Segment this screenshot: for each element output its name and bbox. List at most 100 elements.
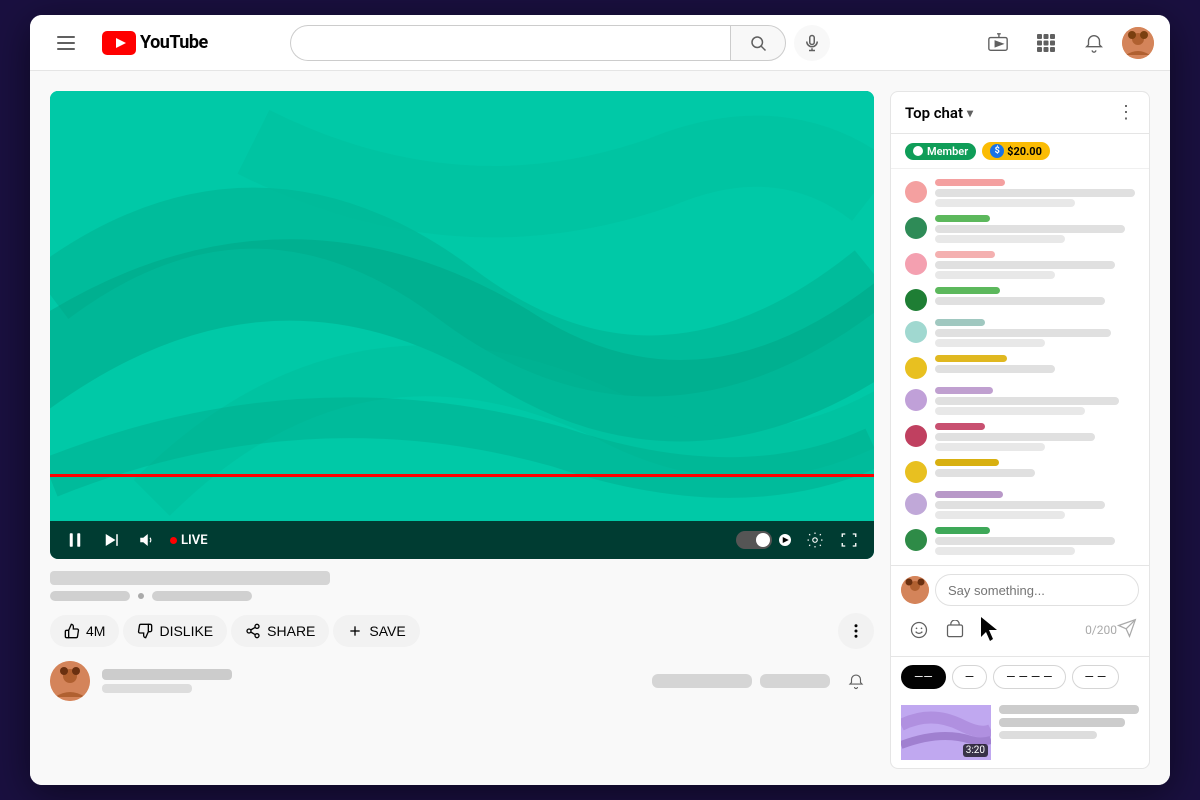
chip-3[interactable]: — — — — (993, 665, 1065, 689)
channel-name (102, 669, 232, 680)
member-badge[interactable]: Member (905, 143, 976, 160)
message-body (935, 459, 1135, 479)
message-text-2 (935, 235, 1065, 243)
message-text (935, 297, 1105, 305)
video-info: 4M DISLIKE (50, 571, 874, 701)
chat-input[interactable] (935, 574, 1139, 606)
toggle-pill[interactable] (736, 531, 772, 549)
next-button[interactable] (98, 529, 124, 551)
youtube-icon (102, 31, 136, 55)
pause-button[interactable] (62, 529, 88, 551)
chip-4[interactable]: — — (1072, 665, 1120, 689)
next-icon (102, 531, 120, 549)
settings-button[interactable] (802, 529, 828, 551)
video-background (50, 91, 874, 521)
char-count: 0/200 (1011, 623, 1117, 637)
video-thumbnail[interactable] (50, 91, 874, 521)
apps-button[interactable] (1026, 23, 1066, 63)
video-section: LIVE (50, 91, 874, 769)
chat-toolbar: 0/200 (901, 606, 1139, 648)
chat-messages (891, 169, 1149, 565)
chip-all[interactable]: —— (901, 665, 946, 689)
volume-icon (138, 531, 156, 549)
video-actions: 4M DISLIKE (50, 613, 874, 649)
notifications-button[interactable] (1074, 23, 1114, 63)
message-name (935, 527, 990, 534)
message-body (935, 491, 1135, 519)
chat-user-avatar (901, 576, 929, 604)
mic-button[interactable] (794, 25, 830, 61)
video-controls: LIVE (50, 521, 874, 559)
list-item (891, 455, 1149, 487)
cursor-icon (977, 615, 1005, 645)
superchat-button[interactable] (939, 614, 971, 646)
save-icon (347, 623, 363, 639)
share-icon (245, 623, 261, 639)
header: YouTube (30, 15, 1170, 71)
message-avatar (905, 253, 927, 275)
mic-icon (803, 34, 821, 52)
bell-icon (847, 672, 865, 690)
save-button[interactable]: SAVE (333, 615, 419, 647)
message-body (935, 215, 1135, 243)
progress-bar[interactable] (50, 474, 874, 477)
message-name (935, 459, 999, 466)
list-item (891, 383, 1149, 419)
chat-tool-left (903, 614, 971, 646)
chat-chevron: ▾ (967, 106, 973, 120)
send-button[interactable] (1117, 618, 1137, 643)
video-meta-2 (152, 591, 252, 601)
chat-title-text: Top chat (905, 104, 963, 122)
apps-icon (1036, 33, 1056, 53)
chip-label: — — — — (1006, 670, 1052, 684)
bell-icon (1083, 32, 1105, 54)
dislike-button[interactable]: DISLIKE (123, 615, 227, 647)
message-name (935, 319, 985, 326)
emoji-button[interactable] (903, 614, 935, 646)
rec-meta (999, 731, 1097, 739)
rec-duration: 3:20 (963, 744, 988, 757)
message-avatar (905, 389, 927, 411)
cursor-area (971, 612, 1011, 648)
message-body (935, 527, 1135, 555)
volume-button[interactable] (134, 529, 160, 551)
hamburger-button[interactable] (46, 23, 86, 63)
more-button[interactable] (838, 613, 874, 649)
rec-title (999, 705, 1139, 714)
chip-2[interactable]: — (952, 665, 987, 689)
subscribe-bell-button[interactable] (838, 663, 874, 699)
channel-avatar[interactable] (50, 661, 90, 701)
like-button[interactable]: 4M (50, 615, 119, 647)
message-text (935, 433, 1095, 441)
search-button[interactable] (730, 25, 786, 61)
create-icon (987, 32, 1009, 54)
search-input[interactable] (290, 25, 730, 61)
list-item (891, 351, 1149, 383)
share-button[interactable]: SHARE (231, 615, 329, 647)
miniplayer-toggle[interactable] (736, 531, 794, 549)
channel-info (102, 669, 232, 693)
save-label: SAVE (369, 623, 405, 639)
youtube-logo[interactable]: YouTube (102, 31, 208, 55)
chip-label: —— (914, 670, 933, 684)
header-actions (978, 23, 1154, 63)
message-avatar (905, 217, 927, 239)
channel-subs (102, 684, 192, 693)
video-player: LIVE (50, 91, 874, 559)
message-avatar (905, 529, 927, 551)
message-text-2 (935, 443, 1045, 451)
message-text (935, 501, 1105, 509)
main-content: LIVE (30, 71, 1170, 785)
create-button[interactable] (978, 23, 1018, 63)
chat-input-row (901, 574, 1139, 606)
recommended-video[interactable]: 3:20 (891, 697, 1149, 768)
superchat-badge[interactable]: $ $20.00 (982, 142, 1050, 160)
list-item (891, 175, 1149, 211)
message-body (935, 387, 1135, 415)
chat-badges: Member $ $20.00 (891, 134, 1149, 169)
progress-fill (50, 474, 874, 477)
chat-menu-button[interactable]: ⋮ (1117, 102, 1135, 123)
fullscreen-button[interactable] (836, 529, 862, 551)
miniplayer-icon (776, 531, 794, 549)
account-button[interactable] (1122, 27, 1154, 59)
